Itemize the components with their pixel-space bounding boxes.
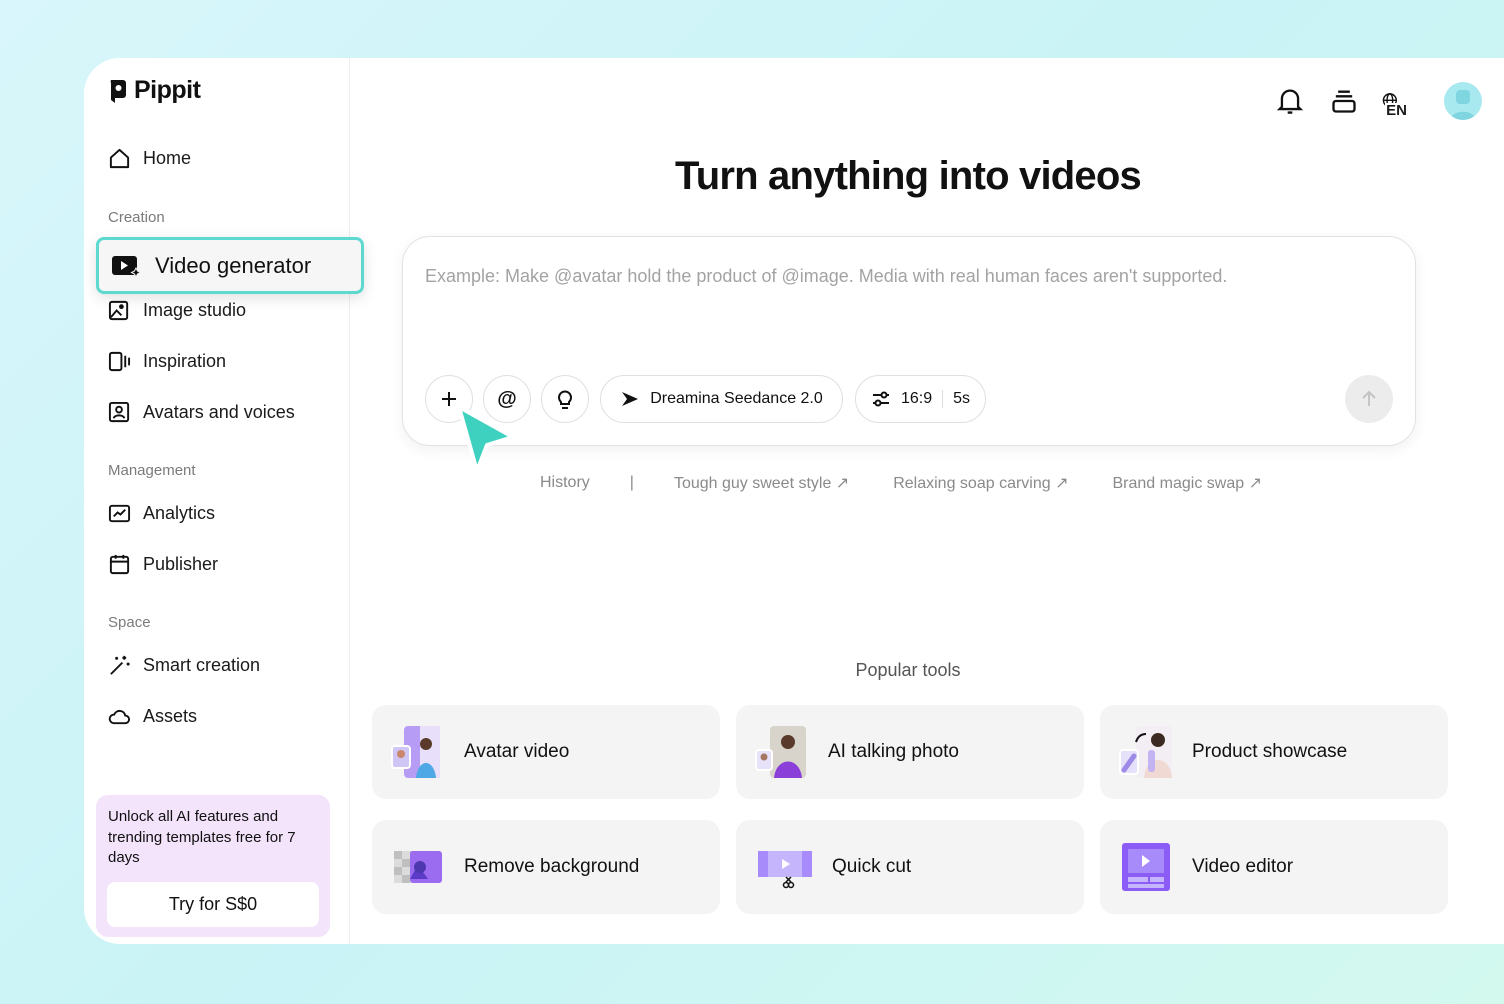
try-free-button[interactable]: Try for S$0 [107,882,319,927]
tool-label: Remove background [464,856,640,877]
send-button[interactable] [1345,375,1393,423]
tool-label: Product showcase [1192,741,1348,762]
talking-photo-icon [755,726,806,778]
magic-wand-icon [110,655,130,675]
prompt-input[interactable] [425,261,1385,291]
pippit-logo-icon [110,79,126,103]
sidebar-item-home[interactable]: Home [108,147,191,170]
tool-label: AI talking photo [828,741,959,762]
tool-remove-background[interactable]: Remove background [372,820,720,914]
tool-label: Video editor [1192,856,1294,877]
tool-label: Quick cut [832,856,912,877]
sidebar-item-label: Analytics [143,503,216,523]
user-avatar[interactable] [1444,82,1482,120]
suggestions-bar: History | Tough guy sweet style ↗ Relaxi… [540,473,1262,493]
tool-video-editor[interactable]: Video editor [1100,820,1448,914]
tool-product-showcase[interactable]: Product showcase [1100,705,1448,799]
inspiration-icon [108,351,131,372]
promo-card: Unlock all AI features and trending temp… [96,795,330,937]
duration-label: 5s [953,390,971,407]
sidebar-item-label: Image studio [143,300,247,320]
user-icon [1450,90,1476,120]
image-studio-icon [108,300,129,321]
header-actions: EN [1274,82,1482,120]
cloud-icon [108,709,131,725]
promo-text: Unlock all AI features and trending temp… [108,808,296,866]
model-label: Dreamina Seedance 2.0 [650,390,823,407]
sidebar-item-label: Avatars and voices [143,402,295,422]
popular-tools-title: Popular tools [855,660,961,680]
quick-cut-icon [758,851,812,889]
history-link[interactable]: History [540,474,590,492]
layers-icon [1332,90,1356,113]
sidebar-item-label: Video generator [155,252,312,278]
product-showcase-icon [1119,726,1172,778]
tool-ai-talking-photo[interactable]: AI talking photo [736,705,1084,799]
section-label-creation: Creation [108,209,165,226]
lightbulb-icon [558,390,572,409]
calendar-icon [109,554,130,575]
sidebar-item-label: Smart creation [143,655,261,675]
separator: | [629,474,634,491]
tool-quick-cut[interactable]: Quick cut [736,820,1084,914]
arrow-up-icon [1362,390,1376,406]
sidebar-item-label: Home [143,148,192,168]
sidebar-item-inspiration[interactable]: Inspiration [108,350,226,373]
suggestion-link[interactable]: Tough guy sweet style ↗ [674,473,849,493]
sidebar-item-analytics[interactable]: Analytics [108,502,215,525]
divider [942,390,944,408]
avatar-voice-icon [108,401,130,423]
notification-button[interactable] [1274,83,1306,119]
logo-text: Pippit [134,76,201,104]
sidebar-item-label: Assets [143,706,198,726]
suggestion-link[interactable]: Brand magic swap ↗ [1113,473,1262,493]
page-title: Turn anything into videos [675,154,1142,198]
prompt-box: @ Dreamina Seedance 2.0 16:9 5s [402,236,1416,446]
sidebar-item-video-generator[interactable]: Video generator [96,237,364,294]
section-label-management: Management [108,462,196,479]
sidebar-item-label: Inspiration [143,351,227,371]
sidebar-item-label: Publisher [143,554,219,574]
bell-icon [1276,89,1304,114]
idea-button[interactable] [541,375,589,423]
tool-avatar-video[interactable]: Avatar video [372,705,720,799]
video-generator-icon [112,255,141,278]
analytics-icon [108,504,131,523]
suggestion-link[interactable]: Relaxing soap carving ↗ [893,473,1068,493]
model-selector[interactable]: Dreamina Seedance 2.0 [600,375,843,423]
sidebar-item-image-studio[interactable]: Image studio [108,299,246,322]
tool-label: Avatar video [464,741,570,762]
sidebar-item-publisher[interactable]: Publisher [108,553,218,576]
sliders-icon [872,391,889,407]
stack-button[interactable] [1328,83,1360,119]
remove-background-icon [394,851,442,883]
sidebar-item-avatars-voices[interactable]: Avatars and voices [108,401,295,424]
avatar-video-icon [391,726,440,778]
aspect-ratio-label: 16:9 [900,390,933,407]
settings-selector[interactable]: 16:9 5s [855,375,986,423]
video-editor-icon [1122,843,1170,891]
language-button[interactable]: EN [1382,83,1422,119]
sidebar-item-assets[interactable]: Assets [108,705,197,728]
sidebar-item-smart-creation[interactable]: Smart creation [108,654,260,677]
section-label-space: Space [108,614,151,631]
app-window: Pippit Home Creation Video generator Ima… [84,58,1504,944]
sidebar: Pippit Home Creation Video generator Ima… [84,58,364,944]
language-code: EN [1385,101,1408,119]
home-icon [109,148,130,169]
mouse-cursor-icon [457,405,515,473]
logo[interactable]: Pippit [108,76,201,105]
seedance-model-icon [622,392,639,406]
